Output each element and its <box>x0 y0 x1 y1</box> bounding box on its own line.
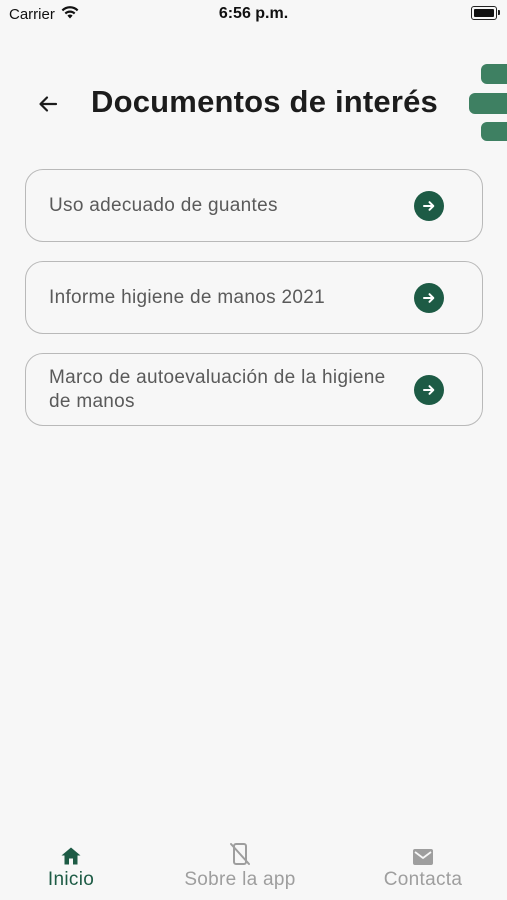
nav-label: Inicio <box>47 869 95 890</box>
home-icon <box>61 847 81 865</box>
nav-item-contacta[interactable]: Contacta <box>343 836 503 891</box>
mail-icon <box>413 849 433 865</box>
logo-bar <box>481 122 507 141</box>
logo-bar <box>481 64 507 84</box>
document-label: Informe higiene de manos 2021 <box>49 286 325 308</box>
document-item-guantes[interactable]: Uso adecuado de guantes <box>25 169 483 242</box>
nav-label: Sobre la app <box>184 869 296 890</box>
phone-off-icon <box>230 843 250 865</box>
nav-item-inicio[interactable]: Inicio <box>0 836 151 891</box>
page-title: Documentos de interés <box>91 84 439 119</box>
nav-item-sobre-la-app[interactable]: Sobre la app <box>160 836 320 891</box>
arrow-left-icon <box>39 96 58 112</box>
arrow-right-circle-icon[interactable] <box>414 282 444 313</box>
nav-label: Contacta <box>383 869 463 890</box>
arrow-right-circle-icon[interactable] <box>414 374 444 405</box>
arrow-right-circle-icon[interactable] <box>414 190 444 221</box>
document-item-informe-2021[interactable]: Informe higiene de manos 2021 <box>25 261 483 334</box>
document-item-marco-autoevaluacion[interactable]: Marco de autoevaluación de la higiene de… <box>25 353 483 426</box>
back-button[interactable] <box>30 86 66 122</box>
document-label: Marco de autoevaluación de la higiene de… <box>49 366 386 412</box>
document-list: Uso adecuado de guantes Informe higiene … <box>25 169 483 445</box>
document-label: Uso adecuado de guantes <box>49 194 278 216</box>
logo-bar <box>469 93 507 114</box>
battery-icon <box>471 6 500 20</box>
status-bar: Carrier 6:56 p.m. <box>0 0 507 28</box>
logo <box>469 64 507 144</box>
status-time: 6:56 p.m. <box>218 5 289 22</box>
bottom-nav: Inicio Sobre la app Contacta <box>0 836 507 900</box>
